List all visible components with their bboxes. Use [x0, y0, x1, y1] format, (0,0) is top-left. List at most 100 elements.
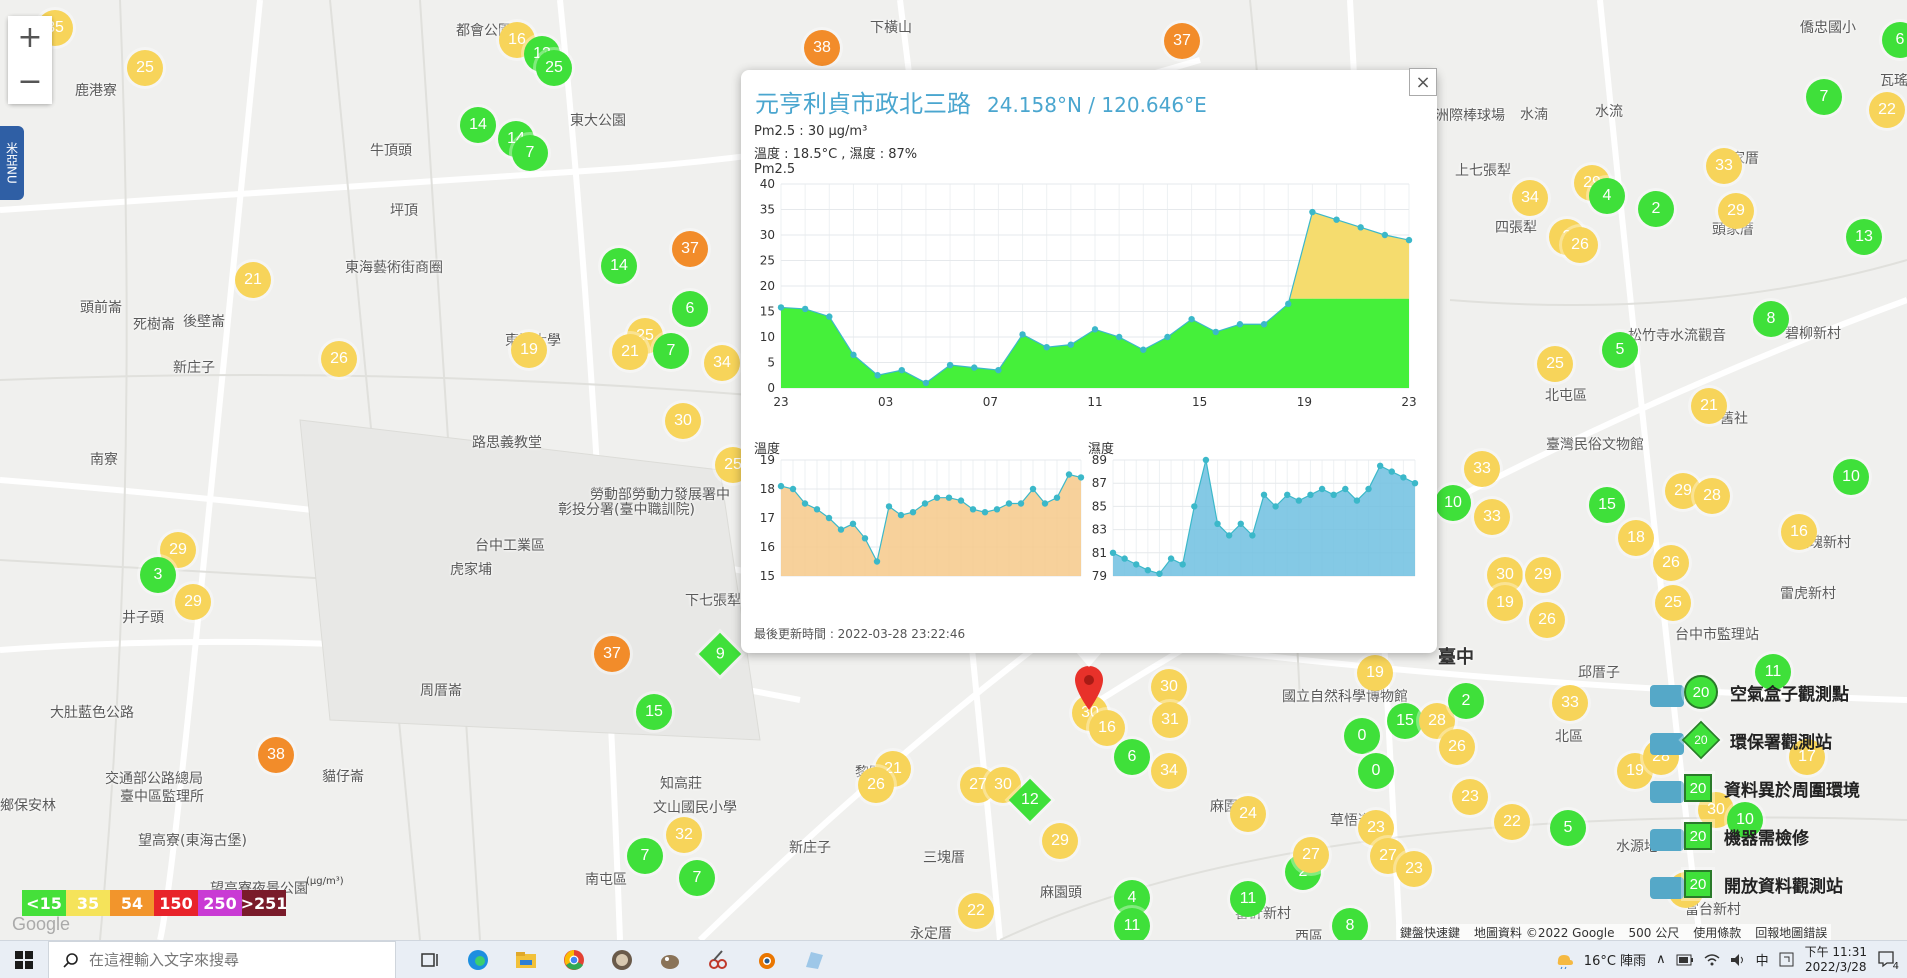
airbox-marker[interactable]: 26 — [1562, 227, 1598, 263]
airbox-marker[interactable]: 28 — [1694, 478, 1730, 514]
wifi-icon[interactable] — [1704, 953, 1720, 967]
legend-item[interactable]: 20 空氣盒子觀測點 — [1650, 668, 1907, 716]
airbox-marker[interactable]: 26 — [321, 341, 357, 377]
airbox-marker[interactable]: 25 — [1655, 585, 1691, 621]
attribution-link[interactable]: 地圖資料 ©2022 Google — [1474, 924, 1615, 940]
airbox-marker[interactable]: 19 — [1357, 655, 1393, 691]
chrome-icon[interactable] — [550, 941, 598, 978]
airbox-marker[interactable]: 24 — [1230, 796, 1266, 832]
airbox-marker[interactable]: 38 — [804, 30, 840, 66]
airbox-marker[interactable]: 31 — [1152, 702, 1188, 738]
airbox-marker[interactable]: 15 — [1589, 487, 1625, 523]
airbox-marker[interactable]: 19 — [511, 332, 547, 368]
task-view-icon[interactable] — [406, 941, 454, 978]
chevron-up-icon[interactable]: ∧ — [1656, 952, 1666, 967]
airbox-marker[interactable]: 37 — [672, 231, 708, 267]
airbox-marker[interactable]: 29 — [175, 584, 211, 620]
airbox-marker[interactable]: 26 — [858, 767, 894, 803]
airbox-marker[interactable]: 8 — [1332, 908, 1368, 940]
airbox-marker[interactable]: 19 — [1487, 585, 1523, 621]
app-icon-gimp[interactable] — [646, 941, 694, 978]
legend-item[interactable]: 20 機器需檢修 — [1650, 812, 1907, 860]
app-icon-notes[interactable] — [790, 941, 838, 978]
legend-item[interactable]: 20 資料異於周圍環境 — [1650, 764, 1907, 812]
airbox-marker[interactable]: 14 — [601, 248, 637, 284]
airbox-marker[interactable]: 27 — [1293, 837, 1329, 873]
zoom-in-button[interactable]: + — [8, 16, 52, 60]
blender-icon[interactable] — [742, 941, 790, 978]
airbox-marker[interactable]: 7 — [512, 135, 548, 171]
airbox-marker[interactable]: 2 — [1638, 191, 1674, 227]
airbox-marker[interactable]: 22 — [1494, 804, 1530, 840]
airbox-marker[interactable]: 8 — [1753, 301, 1789, 337]
attribution-link[interactable]: 回報地圖錯誤 — [1755, 924, 1827, 940]
speaker-icon[interactable] — [1730, 953, 1746, 967]
notification-icon[interactable]: 4 — [1877, 950, 1899, 972]
airbox-marker[interactable]: 26 — [1439, 729, 1475, 765]
airbox-marker[interactable]: 15 — [636, 694, 672, 730]
location-pin-icon[interactable] — [1075, 666, 1103, 710]
airbox-marker[interactable]: 16 — [1781, 514, 1817, 550]
airbox-marker[interactable]: 7 — [653, 333, 689, 369]
airbox-marker[interactable]: 7 — [1806, 79, 1842, 115]
airbox-marker[interactable]: 33 — [1552, 685, 1588, 721]
airbox-marker[interactable]: 18 — [1618, 520, 1654, 556]
airbox-marker[interactable]: 33 — [1474, 499, 1510, 535]
airbox-marker[interactable]: 37 — [594, 636, 630, 672]
app-icon-snipping[interactable] — [694, 941, 742, 978]
attribution-link[interactable]: 鍵盤快速鍵 — [1400, 924, 1460, 940]
airbox-marker[interactable]: 25 — [127, 50, 163, 86]
airbox-marker[interactable]: 30 — [1151, 669, 1187, 705]
airbox-marker[interactable]: 29 — [1525, 557, 1561, 593]
map-canvas[interactable]: 鹿港寮都會公園下橫山東大公園牛頂頭坪頂東海藝術街商圈頭前崙死樹崙後壁崙新庄子東海… — [0, 0, 1907, 940]
zoom-out-button[interactable]: − — [8, 60, 52, 104]
side-panel-tab[interactable]: 米亞NU — [0, 126, 24, 200]
airbox-marker[interactable]: 5 — [1602, 332, 1638, 368]
airbox-marker[interactable]: 23 — [1396, 851, 1432, 887]
airbox-marker[interactable]: 11 — [1230, 881, 1266, 917]
legend-item[interactable]: 20 環保署觀測站 — [1650, 716, 1907, 764]
taskbar-search[interactable] — [48, 940, 396, 978]
airbox-marker[interactable]: 38 — [258, 737, 294, 773]
airbox-marker[interactable]: 16 — [1089, 710, 1125, 746]
airbox-marker[interactable]: 25 — [1537, 346, 1573, 382]
airbox-marker[interactable]: 2 — [1448, 683, 1484, 719]
airbox-marker[interactable]: 22 — [958, 893, 994, 929]
airbox-marker[interactable]: 37 — [1164, 23, 1200, 59]
airbox-marker[interactable]: 26 — [1529, 602, 1565, 638]
airbox-marker[interactable]: 15 — [1387, 703, 1423, 739]
ime-mode-icon[interactable] — [1779, 952, 1795, 968]
search-input[interactable] — [89, 950, 379, 969]
airbox-marker[interactable]: 22 — [1869, 92, 1905, 128]
file-explorer-icon[interactable] — [502, 941, 550, 978]
attribution-link[interactable]: 使用條款 — [1693, 924, 1741, 940]
airbox-marker[interactable]: 29 — [1042, 823, 1078, 859]
airbox-marker[interactable]: 11 — [1114, 908, 1150, 940]
airbox-marker[interactable]: 0 — [1358, 753, 1394, 789]
airbox-marker[interactable]: 4 — [1589, 178, 1625, 214]
airbox-marker[interactable]: 21 — [235, 262, 271, 298]
airbox-marker[interactable]: 21 — [612, 334, 648, 370]
airbox-marker[interactable]: 23 — [1452, 779, 1488, 815]
airbox-marker[interactable]: 7 — [679, 860, 715, 896]
airbox-marker[interactable]: 10 — [1833, 459, 1869, 495]
airbox-marker[interactable]: 0 — [1344, 718, 1380, 754]
airbox-marker[interactable]: 29 — [1718, 193, 1754, 229]
airbox-marker[interactable]: 21 — [1691, 388, 1727, 424]
airbox-marker[interactable]: 7 — [627, 838, 663, 874]
battery-icon[interactable] — [1676, 953, 1694, 967]
ime-indicator[interactable]: 中 — [1756, 950, 1769, 969]
close-icon[interactable]: × — [1409, 68, 1437, 96]
airbox-marker[interactable]: 32 — [666, 817, 702, 853]
weather-text[interactable]: 16°C 陣雨 — [1584, 950, 1646, 969]
app-icon-compass[interactable] — [598, 941, 646, 978]
airbox-marker[interactable]: 5 — [1550, 810, 1586, 846]
windows-start-icon[interactable] — [0, 941, 48, 978]
legend-item[interactable]: 20 開放資料觀測站 — [1650, 860, 1907, 908]
airbox-marker[interactable]: 14 — [460, 107, 496, 143]
airbox-marker[interactable]: 6 — [1114, 739, 1150, 775]
edge-browser-icon[interactable] — [454, 941, 502, 978]
airbox-marker[interactable]: 3 — [140, 557, 176, 593]
airbox-marker[interactable]: 6 — [672, 291, 708, 327]
airbox-marker[interactable]: 10 — [1435, 485, 1471, 521]
